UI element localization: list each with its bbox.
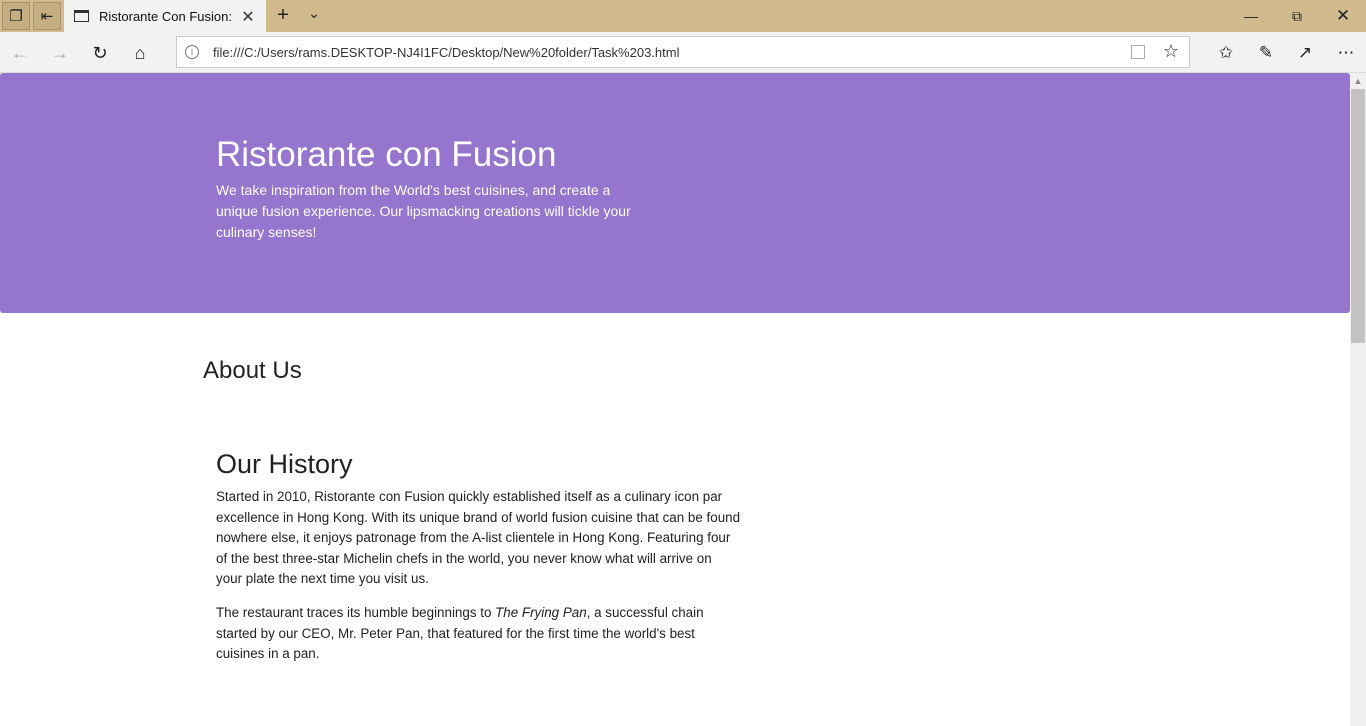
tabs-aside-icon[interactable]: ❐ bbox=[2, 2, 30, 30]
history-paragraph-1: Started in 2010, Ristorante con Fusion q… bbox=[216, 489, 741, 586]
reading-view-icon[interactable] bbox=[1131, 45, 1145, 59]
tab-title: Ristorante Con Fusion: A bbox=[99, 8, 235, 24]
browser-tab-active[interactable]: Ristorante Con Fusion: A ✕ bbox=[64, 0, 266, 32]
window-close-icon[interactable]: ✕ bbox=[1320, 0, 1366, 32]
set-tabs-aside-icon[interactable]: ⇤ bbox=[33, 2, 61, 30]
frying-pan-emphasis: The Frying Pan bbox=[495, 605, 587, 620]
browser-navbar: ← → ↻ ⌂ i file:///C:/Users/rams.DESKTOP-… bbox=[0, 32, 1366, 73]
page-viewport: Ristorante con Fusion We take inspiratio… bbox=[0, 73, 1350, 726]
forward-arrow-icon[interactable]: → bbox=[47, 40, 73, 66]
pen-notes-icon[interactable]: ✎ bbox=[1253, 40, 1279, 66]
history-heading: Our History bbox=[216, 449, 353, 479]
history-paragraph-2: The restaurant traces its humble beginni… bbox=[216, 603, 741, 665]
jumbotron-text: We take inspiration from the World's bes… bbox=[216, 182, 631, 240]
favorite-star-icon[interactable]: ☆ bbox=[1163, 41, 1179, 62]
favorites-icon[interactable]: ✩ bbox=[1213, 40, 1239, 66]
tab-list-chevron-down-icon[interactable]: ⌄ bbox=[304, 5, 324, 22]
jumbotron-title: Ristorante con Fusion bbox=[216, 135, 557, 174]
more-icon[interactable]: ⋯ bbox=[1333, 40, 1359, 66]
page-icon bbox=[74, 10, 89, 22]
jumbotron: Ristorante con Fusion We take inspiratio… bbox=[0, 73, 1350, 313]
back-arrow-icon[interactable]: ← bbox=[7, 40, 33, 66]
about-heading: About Us bbox=[203, 357, 302, 384]
browser-titlebar: ❐ ⇤ Ristorante Con Fusion: A ✕ + ⌄ — ⧉ ✕ bbox=[0, 0, 1366, 32]
scroll-thumb[interactable] bbox=[1351, 89, 1365, 343]
scroll-up-arrow-icon[interactable]: ▲ bbox=[1350, 73, 1366, 89]
paragraph-text: The restaurant traces its humble beginni… bbox=[216, 605, 496, 620]
address-text[interactable]: file:///C:/Users/rams.DESKTOP-NJ4I1FC/De… bbox=[213, 45, 679, 60]
address-bar[interactable]: i file:///C:/Users/rams.DESKTOP-NJ4I1FC/… bbox=[176, 36, 1190, 68]
tab-close-icon[interactable]: ✕ bbox=[240, 7, 256, 27]
page-scrollbar[interactable]: ▲ bbox=[1350, 73, 1366, 726]
site-info-icon[interactable]: i bbox=[185, 45, 199, 59]
new-tab-plus-icon[interactable]: + bbox=[272, 4, 294, 26]
minimize-icon[interactable]: — bbox=[1228, 0, 1274, 32]
refresh-icon[interactable]: ↻ bbox=[87, 40, 113, 66]
share-icon[interactable]: ↗ bbox=[1292, 40, 1318, 66]
home-icon[interactable]: ⌂ bbox=[127, 40, 153, 66]
restore-icon[interactable]: ⧉ bbox=[1274, 0, 1320, 32]
